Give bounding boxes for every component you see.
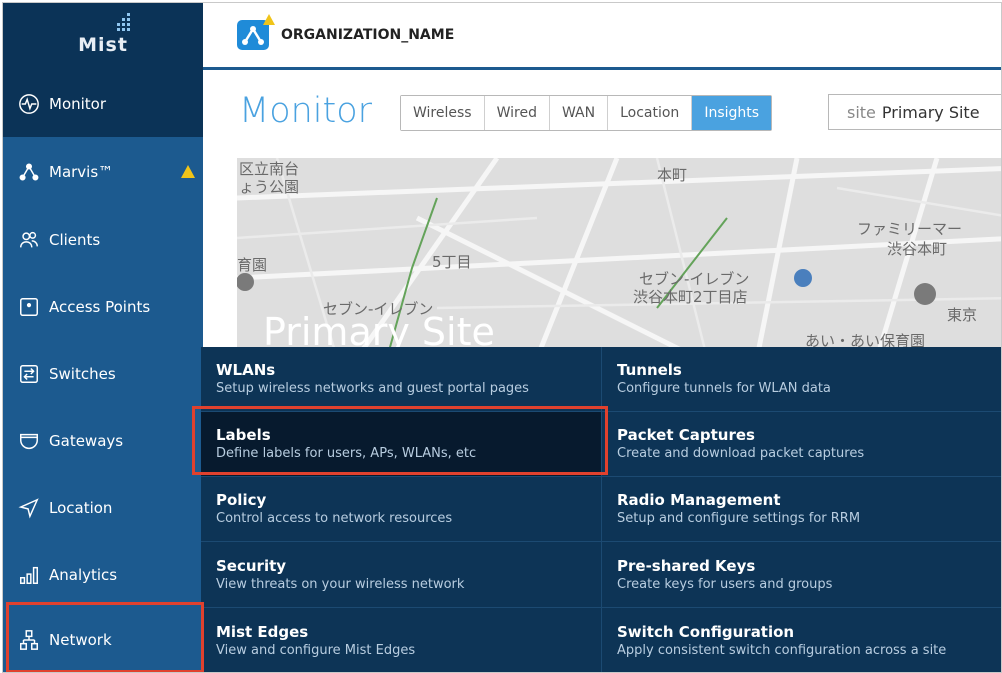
- site-selector-label: site: [847, 102, 876, 122]
- menu-item-description: View and configure Mist Edges: [216, 643, 416, 658]
- network-highlight-box: [6, 602, 204, 672]
- menu-item-description: Control access to network resources: [216, 511, 453, 526]
- logo-text: Mist: [78, 33, 128, 56]
- sidebar-item-label: Access Points: [49, 297, 151, 316]
- map-label: 育園: [237, 256, 268, 274]
- sidebar-item-label: Switches: [49, 364, 116, 383]
- menu-item-description: Create keys for users and groups: [617, 577, 833, 592]
- map-label: ファミリーマー: [857, 220, 963, 238]
- labels-highlight-box: [192, 406, 608, 475]
- sidebar-item-label: Clients: [49, 230, 101, 249]
- bar-chart-icon: [9, 564, 49, 586]
- menu-item-title: WLANs: [216, 361, 276, 379]
- sidebar-item-label: Location: [49, 498, 113, 517]
- site-selector[interactable]: site Primary Site: [828, 94, 1001, 130]
- menu-item-title: Pre-shared Keys: [617, 557, 756, 575]
- site-selector-value: Primary Site: [881, 102, 980, 122]
- network-menu: WLANs Setup wireless networks and guest …: [201, 347, 1001, 672]
- menu-item-description: Setup and configure settings for RRM: [617, 511, 861, 526]
- sidebar-item-marvis[interactable]: Marvis™: [3, 138, 203, 205]
- menu-item-mist-edges[interactable]: Mist Edges View and configure Mist Edges: [201, 609, 601, 672]
- top-bar: ORGANIZATION_NAME: [203, 3, 1001, 70]
- menu-item-radio-management[interactable]: Radio Management Setup and configure set…: [602, 477, 1001, 542]
- menu-item-tunnels[interactable]: Tunnels Configure tunnels for WLAN data: [602, 347, 1001, 412]
- menu-item-wlans[interactable]: WLANs Setup wireless networks and guest …: [201, 347, 601, 412]
- org-icon[interactable]: [237, 14, 275, 50]
- sidebar-item-access-points[interactable]: Access Points: [3, 273, 203, 340]
- map-label: 渋谷本町2丁目店: [633, 288, 748, 306]
- sidebar: Mist Monitor Marvis™ Clients Access Poin…: [3, 3, 203, 672]
- sidebar-item-analytics[interactable]: Analytics: [3, 541, 203, 608]
- warning-icon: [181, 165, 195, 178]
- logo-dots-icon: [115, 13, 133, 33]
- page-title: Monitor: [239, 91, 373, 131]
- sidebar-item-label: Gateways: [49, 431, 124, 450]
- pulse-icon: [9, 93, 49, 115]
- site-map[interactable]: 区立南台 ょう公園 本町 ファミリーマー 渋谷本町 5丁目 セブン-イレブン 渋…: [237, 158, 1001, 358]
- tab-location[interactable]: Location: [608, 96, 693, 130]
- menu-item-title: Packet Captures: [617, 426, 755, 444]
- map-label: 渋谷本町: [887, 240, 948, 258]
- users-icon: [9, 229, 49, 251]
- mist-logo[interactable]: Mist: [3, 3, 203, 70]
- location-arrow-icon: [9, 497, 49, 519]
- sidebar-item-location[interactable]: Location: [3, 474, 203, 541]
- menu-item-title: Policy: [216, 491, 267, 509]
- menu-item-title: Switch Configuration: [617, 623, 795, 641]
- tab-wired[interactable]: Wired: [484, 96, 550, 130]
- tab-wireless[interactable]: Wireless: [401, 96, 485, 130]
- tab-insights[interactable]: Insights: [692, 96, 772, 130]
- map-label: 東京: [947, 306, 978, 324]
- sidebar-item-label: Analytics: [49, 565, 118, 584]
- menu-item-security[interactable]: Security View threats on your wireless n…: [201, 543, 601, 608]
- menu-item-policy[interactable]: Policy Control access to network resourc…: [201, 477, 601, 542]
- menu-item-title: Tunnels: [617, 361, 682, 379]
- warning-icon: [263, 14, 275, 25]
- map-label: 5丁目: [432, 253, 472, 271]
- menu-item-description: Configure tunnels for WLAN data: [617, 381, 831, 396]
- menu-item-description: Create and download packet captures: [617, 446, 865, 461]
- menu-item-title: Radio Management: [617, 491, 781, 509]
- sidebar-item-clients[interactable]: Clients: [3, 206, 203, 273]
- marvis-icon: [9, 161, 49, 183]
- map-label: ょう公園: [239, 178, 300, 196]
- menu-item-title: Mist Edges: [216, 623, 309, 641]
- org-name[interactable]: ORGANIZATION_NAME: [281, 27, 454, 43]
- menu-item-switch-configuration[interactable]: Switch Configuration Apply consistent sw…: [602, 609, 1001, 672]
- sidebar-item-switches[interactable]: Switches: [3, 340, 203, 407]
- tab-wan[interactable]: WAN: [549, 96, 609, 130]
- sidebar-item-gateways[interactable]: Gateways: [3, 407, 203, 474]
- menu-item-description: Setup wireless networks and guest portal…: [216, 381, 529, 396]
- map-label: 本町: [657, 166, 688, 184]
- menu-item-description: View threats on your wireless network: [216, 577, 465, 592]
- app-window: Mist Monitor Marvis™ Clients Access Poin…: [2, 2, 1002, 673]
- menu-item-title: Security: [216, 557, 287, 575]
- gateway-icon: [9, 430, 49, 452]
- switch-icon: [9, 363, 49, 385]
- menu-item-pre-shared-keys[interactable]: Pre-shared Keys Create keys for users an…: [602, 543, 1001, 608]
- sidebar-item-monitor[interactable]: Monitor: [3, 70, 203, 137]
- sidebar-item-label: Marvis™: [49, 162, 114, 181]
- access-point-icon: [9, 296, 49, 318]
- menu-item-packet-captures[interactable]: Packet Captures Create and download pack…: [602, 412, 1001, 477]
- monitor-tabs: Wireless Wired WAN Location Insights: [400, 95, 773, 131]
- sidebar-item-label: Monitor: [49, 94, 107, 113]
- menu-item-description: Apply consistent switch configuration ac…: [617, 643, 947, 658]
